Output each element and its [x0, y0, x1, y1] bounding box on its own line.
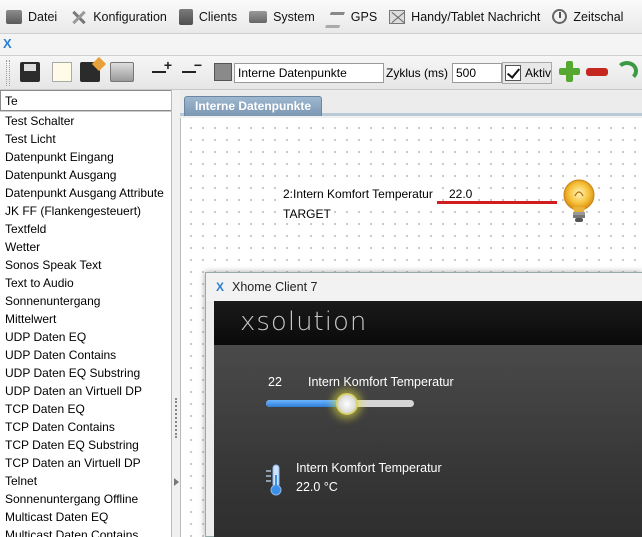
client-logo-icon: X: [216, 280, 225, 294]
component-list-panel: Test SchalterTest LichtDatenpunkt Eingan…: [0, 90, 172, 537]
list-item[interactable]: JK FF (Flankengesteuert): [0, 202, 171, 220]
datapoint-target[interactable]: TARGET: [282, 207, 332, 221]
client-title-text: Xhome Client 7: [232, 280, 318, 294]
list-item[interactable]: TCP Daten EQ Substring: [0, 436, 171, 454]
connection-line[interactable]: [437, 201, 557, 204]
list-item[interactable]: Text to Audio: [0, 274, 171, 292]
search-input[interactable]: [0, 90, 171, 111]
zyklus-label: Zyklus (ms): [386, 66, 448, 80]
menu-gps[interactable]: GPS: [321, 0, 383, 33]
menu-konfiguration[interactable]: Konfiguration: [63, 0, 173, 33]
print-icon[interactable]: [110, 62, 134, 82]
list-item[interactable]: Mittelwert: [0, 310, 171, 328]
sensor-value: 22.0 °C: [296, 480, 338, 494]
add-page-icon[interactable]: [558, 60, 580, 82]
menu-system-label: System: [273, 9, 315, 24]
menu-handy-tablet-label: Handy/Tablet Nachricht: [411, 9, 541, 24]
list-item[interactable]: UDP Daten EQ: [0, 328, 171, 346]
slider-value: 22: [268, 375, 282, 389]
list-item[interactable]: Sonnenuntergang Offline: [0, 490, 171, 508]
list-item[interactable]: Datenpunkt Ausgang: [0, 166, 171, 184]
list-item[interactable]: Test Schalter: [0, 112, 171, 130]
menu-clients-label: Clients: [198, 9, 238, 24]
menu-handy-tablet[interactable]: Handy/Tablet Nachricht: [383, 0, 546, 33]
client-titlebar[interactable]: X Xhome Client 7: [206, 273, 642, 301]
menu-gps-label: GPS: [350, 9, 378, 24]
list-item[interactable]: Multicast Daten EQ: [0, 508, 171, 526]
client-header: xsolution: [214, 301, 642, 345]
list-item[interactable]: TCP Daten Contains: [0, 418, 171, 436]
list-item[interactable]: TCP Daten EQ: [0, 400, 171, 418]
message-icon: [389, 9, 406, 24]
system-icon: [249, 10, 268, 23]
menu-system[interactable]: System: [243, 0, 321, 33]
checkmark-icon[interactable]: [505, 65, 521, 81]
list-item[interactable]: Test Licht: [0, 130, 171, 148]
thermometer-icon: [266, 464, 282, 496]
clock-icon: [552, 9, 568, 24]
slider-fill: [266, 400, 347, 407]
client-window: X Xhome Client 7 xsolution 22 Intern Kom…: [205, 272, 642, 537]
tab-strip: Interne Datenpunkte: [180, 90, 642, 116]
tab-interne-datenpunkte[interactable]: Interne Datenpunkte: [184, 96, 323, 116]
new-page-icon[interactable]: [52, 62, 72, 82]
list-item[interactable]: Sonnenuntergang: [0, 292, 171, 310]
menu-datei[interactable]: Datei: [0, 0, 63, 33]
light-bulb-icon[interactable]: [562, 178, 596, 226]
aktiv-checkbox[interactable]: Aktiv: [502, 62, 552, 84]
splitter[interactable]: [172, 90, 180, 537]
gps-icon: [327, 9, 345, 25]
list-item[interactable]: UDP Daten Contains: [0, 346, 171, 364]
list-item[interactable]: Multicast Daten Contains: [0, 526, 171, 537]
list-item[interactable]: TCP Daten an Virtuell DP: [0, 454, 171, 472]
list-item[interactable]: Datenpunkt Eingang: [0, 148, 171, 166]
remove-input-icon[interactable]: [180, 57, 202, 82]
menu-zeitschaltung[interactable]: Zeitschal: [546, 0, 629, 33]
tools-icon: [69, 9, 87, 25]
save-icon[interactable]: [20, 62, 40, 82]
zyklus-input[interactable]: [452, 63, 502, 83]
menu-konfiguration-label: Konfiguration: [93, 9, 167, 24]
component-list: Test Schalter Test Licht Datenpunkt Eingan…: [0, 111, 171, 537]
remove-page-icon[interactable]: [586, 68, 608, 76]
xsolution-logo-icon: X: [3, 36, 12, 51]
client-content: 22 Intern Komfort Temperatur Intern Komf…: [214, 345, 642, 537]
list-item[interactable]: Textfeld: [0, 220, 171, 238]
slider-thumb[interactable]: [336, 393, 358, 415]
slider-label: Intern Komfort Temperatur: [308, 375, 454, 389]
list-item[interactable]: UDP Daten an Virtuell DP: [0, 382, 171, 400]
list-item[interactable]: UDP Daten EQ Substring: [0, 364, 171, 382]
menu-zeitschaltung-label: Zeitschal: [573, 9, 624, 24]
color-square-icon[interactable]: [214, 63, 232, 81]
menu-datei-label: Datei: [28, 9, 58, 24]
list-item[interactable]: Datenpunkt Ausgang Attribute: [0, 184, 171, 202]
clients-icon: [178, 8, 193, 25]
client-brand: xsolution: [240, 307, 368, 337]
client-body: xsolution 22 Intern Komfort Temperatur I…: [214, 301, 642, 537]
collapse-arrow-icon[interactable]: [174, 478, 179, 486]
logo-bar: X: [0, 34, 642, 56]
menu-clients[interactable]: Clients: [173, 0, 243, 33]
refresh-icon[interactable]: [616, 61, 638, 81]
splitter-grip[interactable]: [175, 398, 177, 438]
list-item[interactable]: Wetter: [0, 238, 171, 256]
list-item[interactable]: Telnet: [0, 472, 171, 490]
list-item[interactable]: Sonos Speak Text: [0, 256, 171, 274]
sensor-label: Intern Komfort Temperatur: [296, 461, 442, 475]
toolbar: Zyklus (ms) Aktiv: [0, 56, 642, 90]
datei-icon: [6, 9, 22, 24]
toolbar-grip[interactable]: [6, 60, 10, 86]
datapoint-label[interactable]: 2:Intern Komfort Temperatur: [282, 187, 434, 201]
datapoint-value[interactable]: 22.0: [448, 187, 474, 201]
menu-bar: Datei Konfiguration Clients System GPS H…: [0, 0, 642, 34]
aktiv-label: Aktiv: [524, 66, 551, 80]
save-as-icon[interactable]: [80, 62, 100, 82]
page-name-input[interactable]: [234, 63, 384, 83]
add-input-icon[interactable]: [150, 57, 172, 82]
